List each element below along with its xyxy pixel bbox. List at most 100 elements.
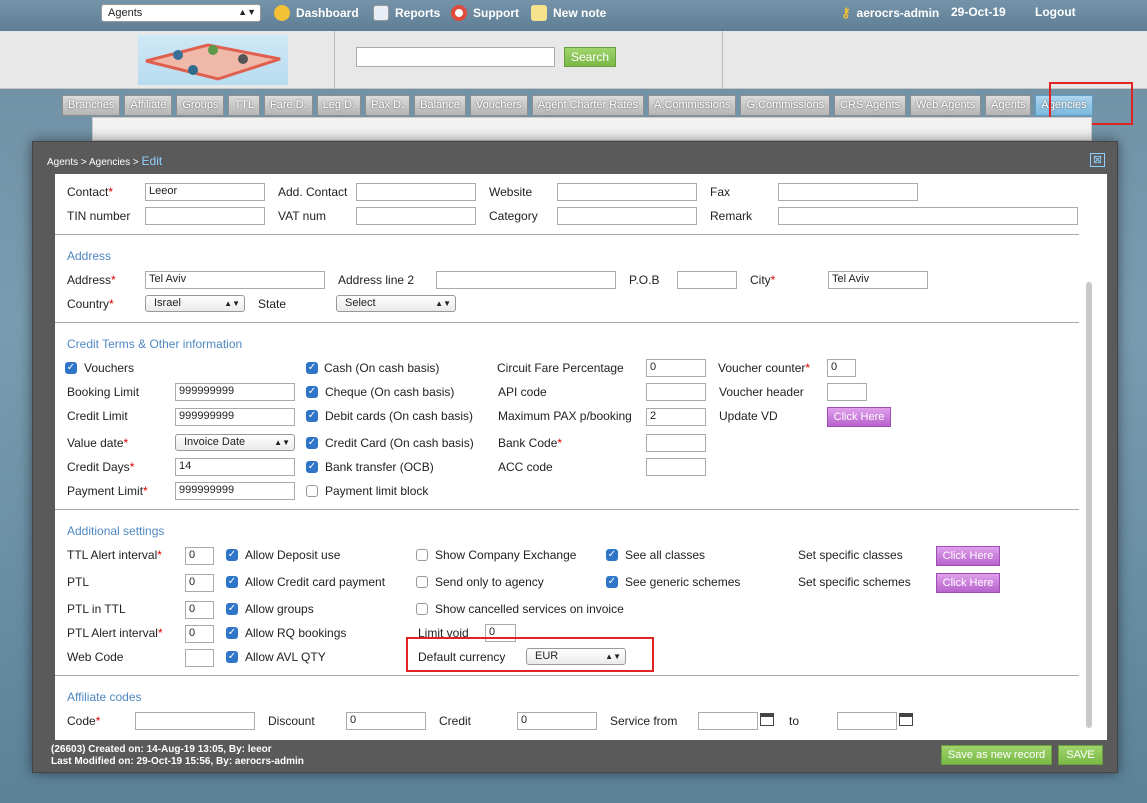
tab-fare-d[interactable]: Fare D.: [264, 95, 313, 116]
tab-ttl[interactable]: TTL: [228, 95, 260, 116]
pob-input[interactable]: [677, 271, 737, 289]
acc-code-input[interactable]: [646, 458, 706, 476]
max-pax-input[interactable]: 2: [646, 408, 706, 426]
select-arrow-icon: ▲▼: [238, 7, 256, 17]
tab-leg-d[interactable]: Leg D.: [316, 95, 362, 116]
new-note-link[interactable]: New note: [531, 5, 606, 21]
tab-pax-d[interactable]: Pax D.: [365, 95, 411, 116]
contact-input[interactable]: Leeor: [145, 183, 265, 201]
value-date-select[interactable]: Invoice Date ▲▼: [175, 434, 295, 451]
tab-branches[interactable]: Branches: [62, 95, 121, 116]
save-as-new-button[interactable]: Save as new record: [941, 745, 1052, 765]
save-button[interactable]: SAVE: [1058, 745, 1103, 765]
tab-crs-agents[interactable]: CRS Agents: [834, 95, 906, 116]
dashboard-link[interactable]: Dashboard: [274, 5, 359, 21]
show-cancelled-label: Show cancelled services on invoice: [435, 602, 624, 616]
state-select[interactable]: Select ▲▼: [336, 295, 456, 312]
tab-affiliate[interactable]: Affiliate: [124, 95, 173, 116]
circuit-input[interactable]: 0: [646, 359, 706, 377]
code-input[interactable]: [135, 712, 255, 730]
cash-checkbox[interactable]: ✓: [306, 362, 318, 374]
payment-limit-label: Payment Limit*: [67, 484, 148, 498]
voucher-header-input[interactable]: [827, 383, 867, 401]
close-icon[interactable]: ⊠: [1090, 153, 1105, 167]
search-button[interactable]: Search: [564, 47, 616, 67]
cheque-checkbox[interactable]: ✓: [306, 386, 318, 398]
allow-avl-checkbox[interactable]: ✓: [226, 651, 238, 663]
tab-agents[interactable]: Agents: [985, 95, 1032, 116]
address-line2-input[interactable]: [436, 271, 616, 289]
address-input[interactable]: Tel Aviv: [145, 271, 325, 289]
city-input[interactable]: Tel Aviv: [828, 271, 928, 289]
support-link[interactable]: Support: [451, 5, 519, 21]
add-contact-input[interactable]: [356, 183, 476, 201]
tin-label: TIN number: [67, 209, 131, 223]
payment-limit-block-checkbox[interactable]: [306, 485, 318, 497]
service-from-input[interactable]: [698, 712, 758, 730]
tab-groups[interactable]: Groups: [176, 95, 225, 116]
calendar-icon[interactable]: [899, 713, 913, 726]
bank-code-input[interactable]: [646, 434, 706, 452]
remark-input[interactable]: [778, 207, 1078, 225]
record-info: (26603) Created on: 14-Aug-19 13:05, By:…: [51, 744, 304, 768]
web-code-input[interactable]: [185, 649, 214, 667]
api-code-input[interactable]: [646, 383, 706, 401]
credit-days-input[interactable]: 14: [175, 458, 295, 476]
see-generic-checkbox[interactable]: ✓: [606, 576, 618, 588]
allow-deposit-label: Allow Deposit use: [245, 548, 341, 562]
web-code-label: Web Code: [67, 650, 124, 664]
ptl-in-ttl-input[interactable]: 0: [185, 601, 214, 619]
ptl-alert-input[interactable]: 0: [185, 625, 214, 643]
fax-input[interactable]: [778, 183, 918, 201]
credit-input[interactable]: 0: [517, 712, 597, 730]
credit-card-checkbox[interactable]: ✓: [306, 437, 318, 449]
allow-groups-checkbox[interactable]: ✓: [226, 603, 238, 615]
set-schemes-label: Set specific schemes: [798, 575, 911, 589]
allow-rq-checkbox[interactable]: ✓: [226, 627, 238, 639]
vouchers-checkbox[interactable]: ✓: [65, 362, 77, 374]
debit-checkbox[interactable]: ✓: [306, 410, 318, 422]
calendar-icon[interactable]: [760, 713, 774, 726]
logout-link[interactable]: Logout: [1035, 5, 1076, 19]
search-input[interactable]: [356, 47, 555, 67]
tab-g-commissions[interactable]: G.Commissions: [740, 95, 831, 116]
credit-limit-input[interactable]: 999999999: [175, 408, 295, 426]
allow-cc-label: Allow Credit card payment: [245, 575, 386, 589]
set-schemes-button[interactable]: Click Here: [936, 573, 1000, 593]
ptl-input[interactable]: 0: [185, 574, 214, 592]
vat-input[interactable]: [356, 207, 476, 225]
user-menu[interactable]: ⚷ aerocrs-admin: [841, 5, 939, 21]
tab-vouchers[interactable]: Vouchers: [469, 95, 528, 116]
tab-agent-charter-rates[interactable]: Agent Charter Rates: [531, 95, 645, 116]
website-input[interactable]: [557, 183, 697, 201]
nav-tabs: Branches Affiliate Groups TTL Fare D. Le…: [62, 95, 1093, 117]
reports-link[interactable]: Reports: [373, 5, 440, 21]
show-cancelled-checkbox[interactable]: [416, 603, 428, 615]
select-arrow-icon: ▲▼: [274, 438, 290, 447]
bank-transfer-checkbox[interactable]: ✓: [306, 461, 318, 473]
voucher-counter-input[interactable]: 0: [827, 359, 856, 377]
scrollbar[interactable]: [1086, 282, 1092, 728]
vat-label: VAT num: [278, 209, 327, 223]
service-to-input[interactable]: [837, 712, 897, 730]
see-all-classes-checkbox[interactable]: ✓: [606, 549, 618, 561]
allow-deposit-checkbox[interactable]: ✓: [226, 549, 238, 561]
show-exchange-checkbox[interactable]: [416, 549, 428, 561]
tab-a-commissions[interactable]: A.Commissions: [648, 95, 737, 116]
country-select[interactable]: Israel ▲▼: [145, 295, 245, 312]
ttl-alert-input[interactable]: 0: [185, 547, 214, 565]
send-only-checkbox[interactable]: [416, 576, 428, 588]
category-input[interactable]: [557, 207, 697, 225]
allow-cc-checkbox[interactable]: ✓: [226, 576, 238, 588]
update-vd-button[interactable]: Click Here: [827, 407, 891, 427]
see-all-classes-label: See all classes: [625, 548, 706, 562]
booking-limit-input[interactable]: 999999999: [175, 383, 295, 401]
payment-limit-input[interactable]: 999999999: [175, 482, 295, 500]
tab-web-agents[interactable]: Web Agents: [910, 95, 982, 116]
key-icon: ⚷: [841, 5, 851, 20]
tab-balance[interactable]: Balance: [414, 95, 466, 116]
discount-input[interactable]: 0: [346, 712, 426, 730]
tin-input[interactable]: [145, 207, 265, 225]
module-select[interactable]: Agents ▲▼: [101, 4, 261, 22]
set-classes-button[interactable]: Click Here: [936, 546, 1000, 566]
